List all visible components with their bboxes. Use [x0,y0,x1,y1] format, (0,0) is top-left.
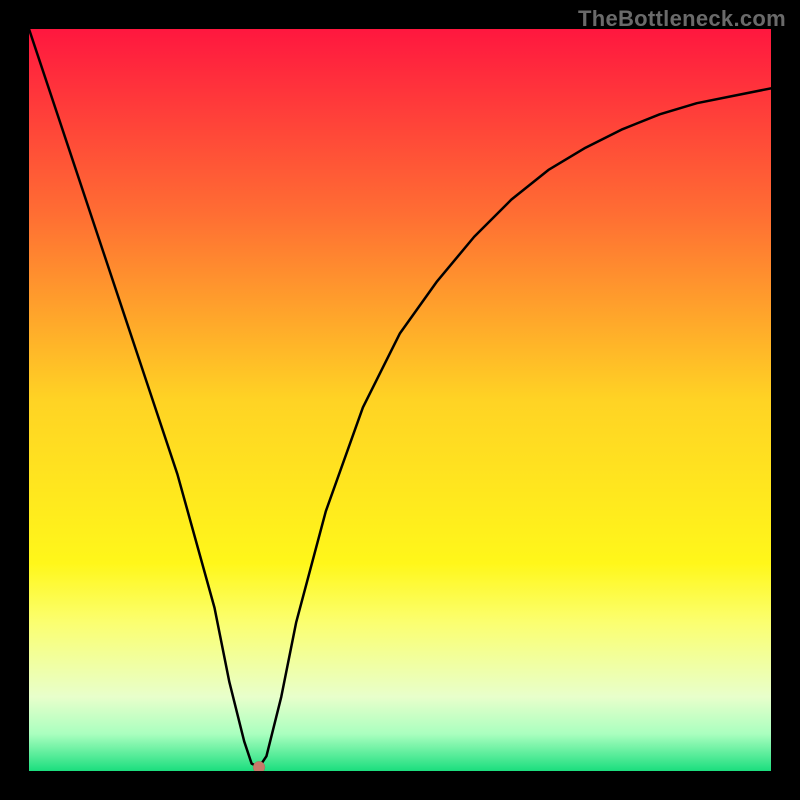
chart-svg [29,29,771,771]
chart-frame: TheBottleneck.com [0,0,800,800]
plot-area [29,29,771,771]
minimum-marker [253,761,265,771]
background-gradient [29,29,771,771]
watermark-text: TheBottleneck.com [578,6,786,32]
